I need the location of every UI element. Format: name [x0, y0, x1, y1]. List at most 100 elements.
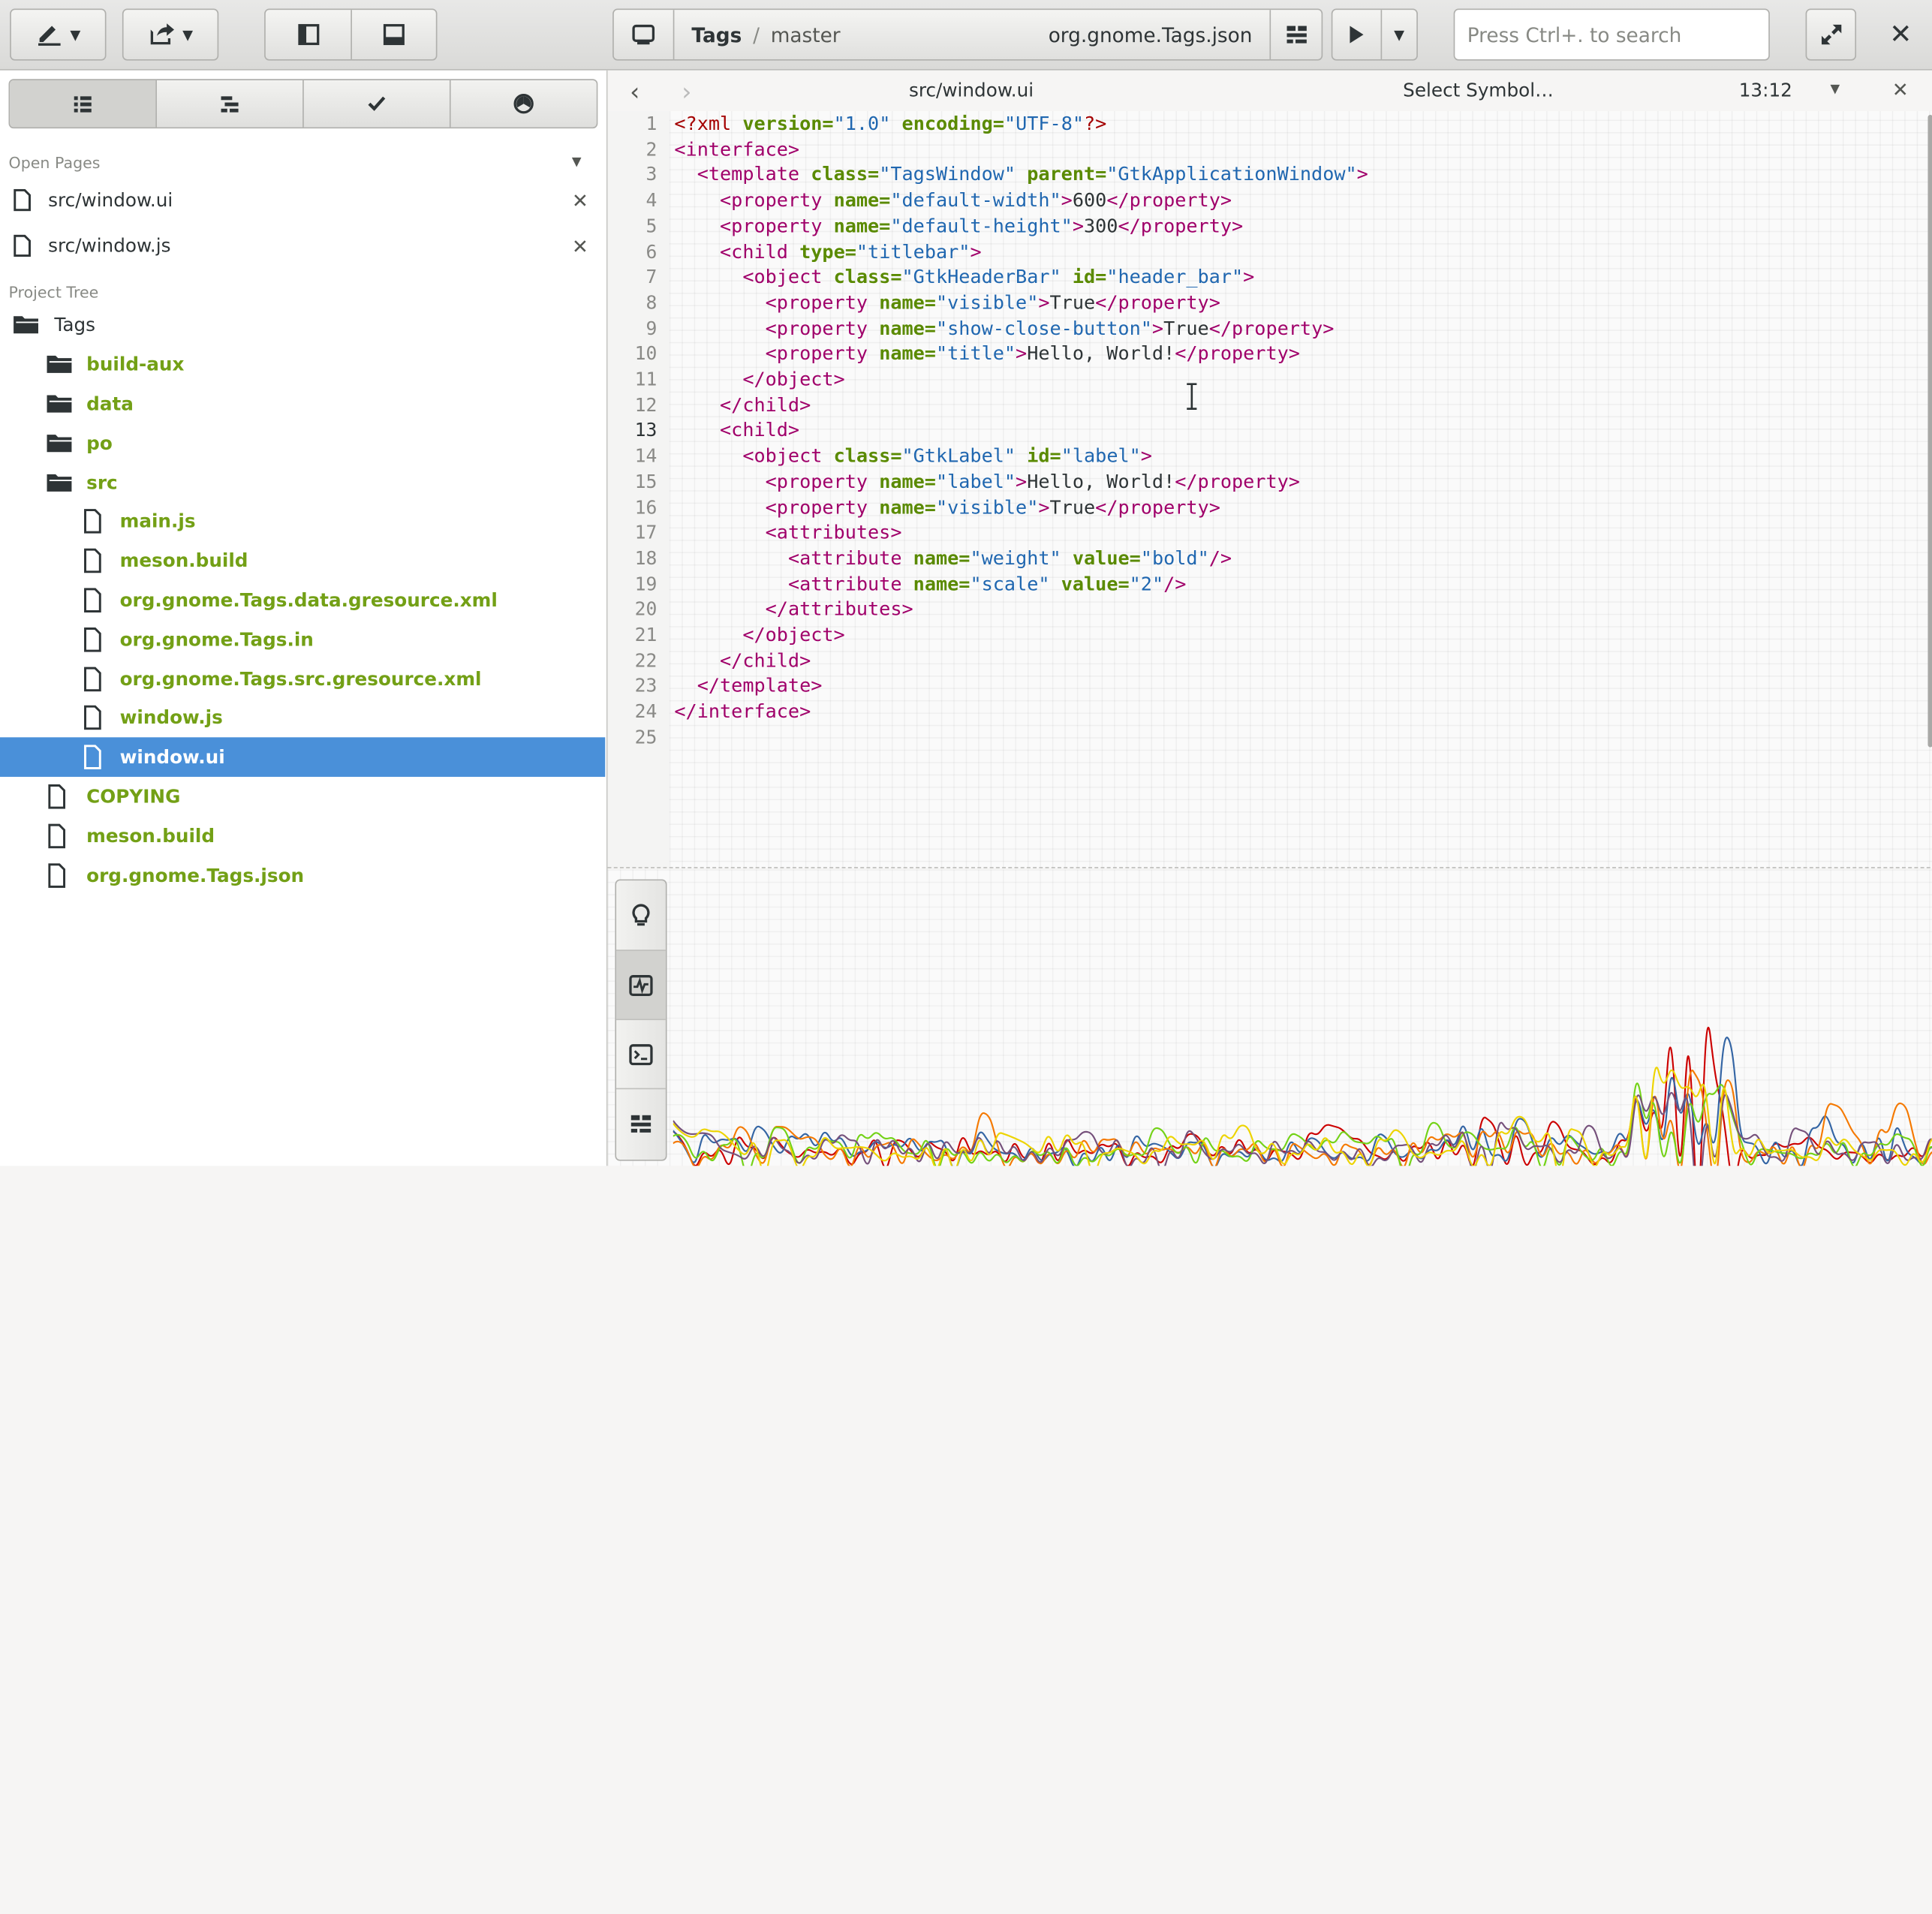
chevron-down-icon[interactable]: ▼ [1830, 83, 1840, 96]
line-number: 6 [646, 240, 658, 263]
run-options-button[interactable]: ▼ [1380, 10, 1416, 59]
code-line[interactable]: <interface> [674, 137, 799, 162]
line-number: 10 [634, 342, 658, 365]
tree-item-label: window.js [119, 706, 223, 729]
code-line[interactable]: <property name="title">Hello, World!</pr… [674, 342, 1300, 367]
tree-row[interactable]: src [0, 463, 605, 503]
folder-icon [47, 435, 72, 453]
open-page-row[interactable]: src/window.ui ✕ [0, 178, 605, 222]
tab-color-picker[interactable] [449, 80, 597, 128]
tree-row[interactable]: org.gnome.Tags.src.gresource.xml [0, 660, 605, 700]
tree-row[interactable]: Tags [0, 305, 605, 345]
tree-row[interactable]: main.js [0, 501, 605, 541]
tree-row[interactable]: org.gnome.Tags.in [0, 620, 605, 660]
search-input[interactable]: Press Ctrl+. to search [1453, 8, 1770, 61]
tree-row[interactable]: COPYING [0, 777, 605, 817]
tree-item-label: data [86, 393, 134, 415]
select-symbol-button[interactable]: Select Symbol… [1403, 79, 1554, 101]
code-line[interactable]: </child> [674, 648, 811, 673]
close-icon[interactable]: ✕ [1892, 78, 1909, 101]
tab-project-tree[interactable] [10, 80, 156, 128]
go-forward-icon[interactable]: › [682, 77, 691, 106]
line-number: 18 [634, 546, 658, 570]
editor-menu-button[interactable]: ▼ [10, 8, 107, 61]
code-line[interactable]: <object class="GtkHeaderBar" id="header_… [674, 264, 1254, 290]
folder-icon [47, 395, 72, 413]
close-window-button[interactable]: ✕ [1870, 9, 1931, 61]
header-bar: ▼ ▼ Tags / master org.gnome.Tags.json ▼ … [0, 0, 1932, 71]
line-number: 3 [646, 163, 658, 186]
code-line[interactable]: <property name="visible">True</property> [674, 495, 1220, 520]
code-line[interactable]: </object> [674, 367, 844, 393]
code-line[interactable]: <property name="default-height">300</pro… [674, 213, 1243, 239]
terminal-icon [629, 1043, 653, 1065]
activity-monitor-icon [629, 974, 653, 996]
code-line[interactable]: <property name="label">Hello, World!</pr… [674, 469, 1300, 495]
code-line[interactable]: <child> [674, 418, 799, 444]
close-icon[interactable]: ✕ [572, 234, 588, 257]
workspace-button[interactable] [614, 10, 673, 59]
code-line[interactable]: <property name="default-width">600</prop… [674, 188, 1232, 213]
line-number: 12 [634, 393, 658, 416]
line-number: 8 [646, 291, 658, 314]
folder-icon [47, 355, 72, 373]
tab-profiler[interactable] [616, 949, 666, 1019]
tree-row[interactable]: window.js [0, 698, 605, 738]
code-line[interactable]: </child> [674, 393, 811, 418]
code-line[interactable]: <child type="titlebar"> [674, 239, 982, 264]
file-icon [84, 705, 101, 730]
tree-row[interactable]: org.gnome.Tags.data.gresource.xml [0, 580, 605, 620]
project-tree-title: Project Tree [8, 282, 99, 302]
editor-scrollbar[interactable] [1927, 115, 1932, 748]
file-icon [48, 823, 66, 849]
edit-icon [38, 26, 61, 46]
line-number: 7 [646, 266, 658, 288]
code-line[interactable]: <?xml version="1.0" encoding="UTF-8"?> [674, 111, 1106, 137]
tree-row[interactable]: window.ui [0, 737, 606, 777]
build-log-button[interactable] [1269, 10, 1321, 59]
chevron-down-icon: ▼ [70, 26, 81, 43]
builder-window: ▼ ▼ Tags / master org.gnome.Tags.json ▼ … [0, 0, 1932, 1166]
tree-row[interactable]: data [0, 384, 605, 424]
cursor-position: 13:12 [1738, 79, 1792, 101]
fullscreen-button[interactable] [1805, 8, 1857, 61]
code-line[interactable]: <property name="show-close-button">True<… [674, 316, 1335, 342]
panel-divider[interactable] [607, 867, 1932, 868]
tab-symbols[interactable] [155, 80, 302, 128]
toggle-left-panel-button[interactable] [266, 10, 351, 59]
run-button[interactable] [1332, 10, 1380, 59]
export-menu-button[interactable]: ▼ [122, 8, 219, 61]
open-pages-header[interactable]: Open Pages ▼ [9, 153, 606, 172]
toggle-bottom-panel-button[interactable] [351, 10, 436, 59]
code-line[interactable]: </attributes> [674, 597, 913, 622]
code-line[interactable]: <attributes> [674, 520, 902, 546]
line-number: 20 [634, 597, 658, 621]
tree-row[interactable]: org.gnome.Tags.json [0, 856, 605, 895]
tab-tips[interactable] [616, 880, 666, 949]
symbol-tree-icon [221, 96, 239, 113]
code-line[interactable]: </interface> [674, 699, 811, 724]
go-back-icon[interactable]: ‹ [630, 77, 639, 106]
tree-row[interactable]: meson.build [0, 817, 605, 856]
code-line[interactable]: <property name="visible">True</property> [674, 290, 1220, 315]
code-line[interactable]: <template class="TagsWindow" parent="Gtk… [674, 162, 1368, 188]
tab-terminal[interactable] [616, 1019, 666, 1088]
chevron-down-icon: ▼ [571, 155, 582, 170]
line-number: 25 [634, 726, 658, 748]
code-line[interactable]: <attribute name="scale" value="2"/> [674, 571, 1186, 597]
code-line[interactable]: <attribute name="weight" value="bold"/> [674, 546, 1232, 571]
tree-row[interactable]: meson.build [0, 541, 605, 581]
tree-row[interactable]: po [0, 423, 605, 463]
tree-item-label: window.ui [119, 745, 225, 769]
code-line[interactable]: </template> [674, 673, 823, 699]
code-line[interactable]: </object> [674, 622, 844, 648]
tab-build-log[interactable] [616, 1088, 666, 1157]
open-pages-title: Open Pages [8, 153, 101, 172]
project-breadcrumb[interactable]: Tags / master org.gnome.Tags.json [673, 10, 1270, 59]
close-icon[interactable]: ✕ [572, 188, 588, 212]
open-page-row[interactable]: src/window.js ✕ [0, 224, 605, 268]
code-line[interactable]: <object class="GtkLabel" id="label"> [674, 444, 1152, 469]
tree-row[interactable]: build-aux [0, 345, 605, 384]
file-icon [14, 188, 31, 212]
tab-todo[interactable] [302, 80, 450, 128]
